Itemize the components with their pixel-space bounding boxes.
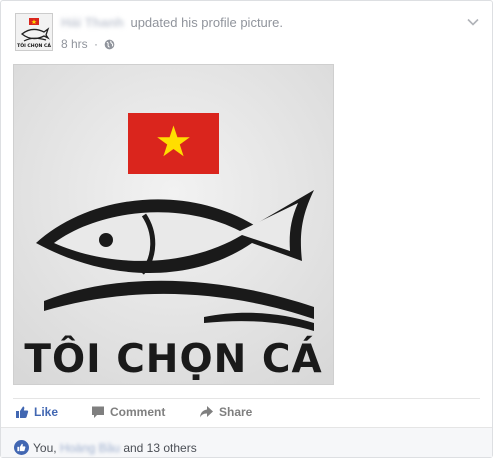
post-actions: Like Comment Share [13, 398, 480, 427]
likes-summary: You, Hoàng Bầu and 13 others [1, 427, 492, 457]
like-button[interactable]: Like [15, 405, 58, 419]
like-label: Like [34, 405, 59, 419]
svg-text:TÔI CHỌN CÁ: TÔI CHỌN CÁ [17, 42, 51, 49]
profile-picture[interactable]: TÔI CHỌN CÁ [13, 64, 334, 385]
likes-prefix: You, [33, 441, 57, 455]
chevron-down-icon[interactable] [466, 15, 480, 29]
likes-text[interactable]: You, Hoàng Bầu and 13 others [33, 441, 197, 455]
author-name[interactable]: Hải Thanh [61, 15, 124, 30]
share-button[interactable]: Share [199, 405, 252, 419]
timestamp[interactable]: 8 hrs [61, 37, 88, 51]
post-meta: 8 hrs · [61, 37, 115, 53]
likes-friend-name[interactable]: Hoàng Bầu [60, 441, 120, 455]
meta-separator: · [94, 37, 99, 51]
thumbs-up-icon [16, 406, 29, 418]
share-label: Share [219, 405, 253, 419]
comment-label: Comment [110, 405, 166, 419]
like-badge-icon [14, 440, 29, 460]
globe-icon[interactable] [104, 39, 115, 53]
feed-post: TÔI CHỌN CÁ Hải Thanh updated his profil… [0, 0, 493, 458]
logo-text: TÔI CHỌN CÁ [24, 337, 323, 382]
comment-icon [92, 406, 104, 418]
comment-button[interactable]: Comment [91, 405, 165, 419]
avatar[interactable]: TÔI CHỌN CÁ [15, 13, 53, 51]
post-header: TÔI CHỌN CÁ Hải Thanh updated his profil… [13, 11, 480, 55]
share-arrow-icon [200, 406, 213, 418]
likes-suffix[interactable]: and 13 others [123, 441, 196, 455]
post-action-text: updated his profile picture. [130, 15, 283, 30]
profile-logo: TÔI CHỌN CÁ [16, 14, 52, 50]
post-title: Hải Thanh updated his profile picture. [61, 15, 283, 30]
